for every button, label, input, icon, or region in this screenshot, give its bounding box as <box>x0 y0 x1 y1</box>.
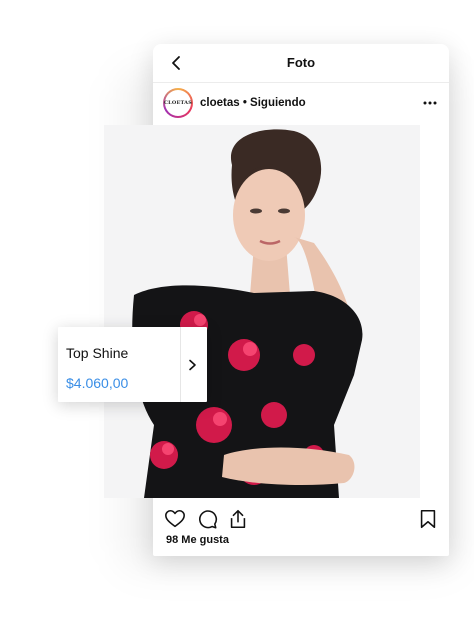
product-price: $4.060,00 <box>66 375 129 391</box>
page-title: Foto <box>286 55 316 70</box>
ellipsis-icon[interactable] <box>423 100 437 106</box>
nav-bar: Foto <box>153 44 449 83</box>
chevron-right-icon[interactable] <box>187 359 197 371</box>
account-meta[interactable]: cloetas • Siguiendo <box>200 97 306 109</box>
share-icon[interactable] <box>227 508 249 530</box>
heart-icon[interactable] <box>164 508 186 530</box>
action-bar <box>153 506 449 536</box>
product-name: Top Shine <box>66 345 129 361</box>
avatar[interactable]: CLOETAS <box>163 88 193 118</box>
tag-divider <box>180 327 181 402</box>
avatar-inner: CLOETAS <box>164 90 192 116</box>
comment-icon[interactable] <box>196 508 218 530</box>
stage: Foto CLOETAS cloetas • Siguiendo 98 Me g… <box>0 0 474 641</box>
post-header: CLOETAS cloetas • Siguiendo <box>153 84 449 126</box>
like-count[interactable]: 98 Me gusta <box>166 534 229 546</box>
bookmark-icon[interactable] <box>417 508 439 530</box>
model-illustration <box>104 125 420 498</box>
avatar-logo-text: CLOETAS <box>164 100 192 106</box>
post-photo[interactable] <box>104 125 420 498</box>
product-tag-card[interactable]: Top Shine $4.060,00 <box>58 327 207 402</box>
